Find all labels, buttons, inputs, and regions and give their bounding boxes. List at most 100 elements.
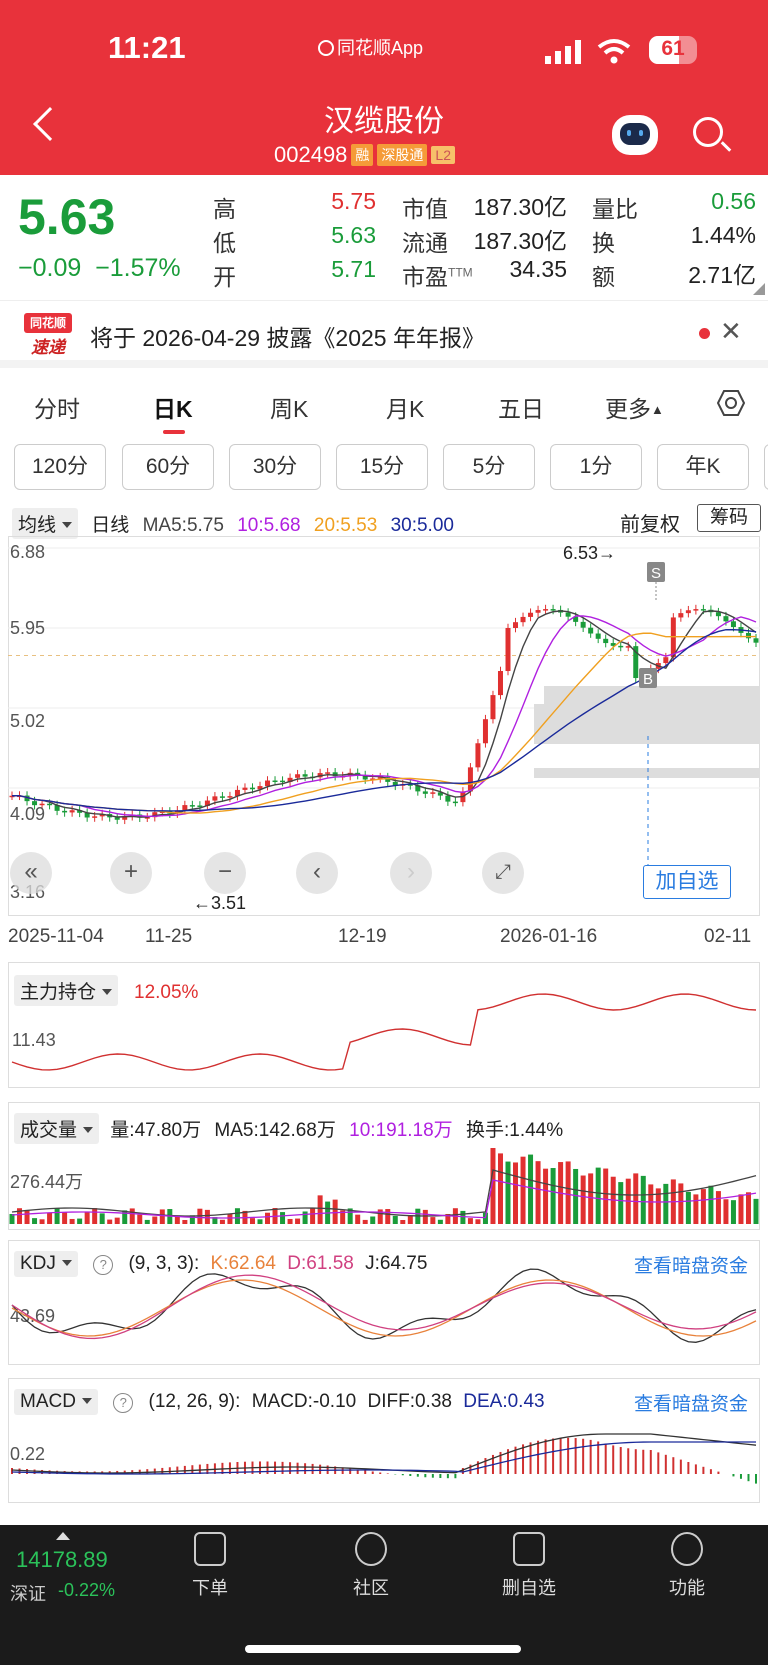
add-watchlist-button[interactable]: 加自选: [643, 865, 731, 899]
interval-1m[interactable]: 1分: [550, 444, 642, 490]
candle-body: [92, 816, 98, 818]
volume-bar: [430, 1217, 436, 1224]
zoom-out-icon[interactable]: −: [204, 852, 246, 894]
interval-15m[interactable]: 15分: [336, 444, 428, 490]
open-label: 开: [213, 264, 236, 290]
volume-bar: [99, 1213, 105, 1224]
high-annotation: 6.53→: [563, 543, 617, 563]
candle-body: [212, 796, 218, 801]
candle-body: [520, 616, 526, 623]
volume-bar: [738, 1194, 744, 1224]
tab-monthly-k[interactable]: 月K: [386, 390, 424, 424]
date-label-2: 11-25: [145, 926, 193, 947]
ma-type-dropdown[interactable]: 均线: [12, 508, 79, 539]
notice-text: 将于 2026-04-29 披露《2025 年年报》: [90, 325, 485, 351]
candle-body: [588, 627, 594, 634]
settings-icon[interactable]: [717, 389, 745, 417]
function-icon: [671, 1532, 703, 1566]
macd-chart: [11, 1433, 757, 1484]
volume-bar: [520, 1156, 526, 1224]
sell-marker-text: S: [651, 565, 661, 582]
pe-label-sup: TTM: [448, 265, 473, 280]
candle-body: [565, 612, 571, 617]
candle-body: [513, 622, 519, 628]
mcap-label: 市值: [402, 196, 448, 222]
volume-bar: [505, 1161, 511, 1224]
volume-bar: [407, 1215, 413, 1224]
tab-five-day[interactable]: 五日: [498, 390, 544, 424]
robot-assistant-icon[interactable]: [612, 115, 658, 155]
volume-bar: [715, 1191, 721, 1224]
date-label-3: 12-19: [338, 926, 387, 947]
volume-bar: [663, 1183, 669, 1224]
collapse-icon[interactable]: «: [10, 852, 52, 894]
volume-bar: [565, 1161, 571, 1224]
nav-order[interactable]: 下单: [160, 1532, 260, 1600]
candle-body: [543, 609, 549, 611]
y-label-4: 4.09: [10, 804, 46, 824]
interval-5m[interactable]: 5分: [443, 444, 535, 490]
candle-body: [528, 612, 534, 617]
candle-body: [47, 803, 53, 806]
ma10-value: 10:5.68: [237, 515, 301, 536]
interval-year-k[interactable]: 年K: [657, 444, 749, 490]
nav-community-label: 社区: [353, 1578, 389, 1598]
nav-remove-watch[interactable]: 删自选: [479, 1532, 579, 1600]
interval-more[interactable]: [764, 444, 768, 490]
volume-bar: [460, 1210, 466, 1224]
candle-body: [497, 671, 503, 696]
interval-60m[interactable]: 60分: [122, 444, 214, 490]
index-value[interactable]: 14178.89: [16, 1547, 108, 1573]
notice-bar[interactable]: 同花顺 速递 将于 2026-04-29 披露《2025 年年报》: [0, 300, 768, 368]
vr-label: 量比: [592, 196, 638, 222]
stock-code: 002498: [274, 142, 348, 167]
scroll-left-icon[interactable]: ‹: [296, 852, 338, 894]
volume-bar: [204, 1209, 210, 1224]
volume-bar: [114, 1217, 120, 1224]
candle-body: [272, 780, 278, 783]
candle-body: [745, 632, 751, 639]
fullscreen-icon[interactable]: ⤢: [482, 852, 524, 894]
nav-function[interactable]: 功能: [637, 1532, 737, 1600]
volume-bar: [152, 1216, 158, 1224]
volume-bar: [513, 1162, 519, 1224]
kdj-chart: [11, 1268, 757, 1343]
zoom-in-icon[interactable]: +: [110, 852, 152, 894]
volume-bar: [234, 1208, 240, 1224]
chip-zone: [534, 768, 760, 778]
volume-bar: [588, 1173, 594, 1224]
notice-logo-top: 同花顺: [24, 313, 72, 333]
volume-bar: [573, 1168, 579, 1224]
float-label: 流通: [402, 230, 448, 256]
tab-weekly-k[interactable]: 周K: [270, 390, 308, 424]
expand-corner-icon[interactable]: [752, 282, 766, 296]
unread-dot: [699, 328, 710, 339]
interval-30m[interactable]: 30分: [229, 444, 321, 490]
tab-more[interactable]: 更多▲: [605, 390, 664, 424]
volume-bar: [257, 1219, 263, 1224]
candle-body: [618, 645, 624, 648]
candle-body: [715, 612, 721, 617]
chip-button[interactable]: 筹码: [697, 504, 761, 532]
interval-120m[interactable]: 120分: [14, 444, 106, 490]
volume-bar: [370, 1216, 376, 1224]
volume-bar: [678, 1183, 684, 1224]
search-icon[interactable]: [693, 117, 723, 147]
candle-body: [227, 796, 233, 798]
community-icon: [355, 1532, 387, 1566]
nav-community[interactable]: 社区: [321, 1532, 421, 1600]
active-tab-indicator: [163, 430, 185, 434]
volume-bar: [62, 1212, 68, 1224]
order-icon: [194, 1532, 226, 1566]
date-label-4: 2026-01-16: [500, 926, 598, 947]
scroll-right-icon[interactable]: ›: [390, 852, 432, 894]
expand-up-icon[interactable]: [56, 1532, 70, 1540]
tab-intraday[interactable]: 分时: [34, 390, 80, 424]
vr-value: 0.56: [711, 188, 756, 214]
candle-body: [280, 780, 286, 783]
mcap-value: 187.30亿: [473, 194, 567, 220]
candle-body: [700, 609, 706, 611]
close-icon[interactable]: ✕: [720, 316, 742, 347]
adjust-mode[interactable]: 前复权: [620, 508, 680, 537]
tab-daily-k[interactable]: 日K: [153, 390, 193, 424]
